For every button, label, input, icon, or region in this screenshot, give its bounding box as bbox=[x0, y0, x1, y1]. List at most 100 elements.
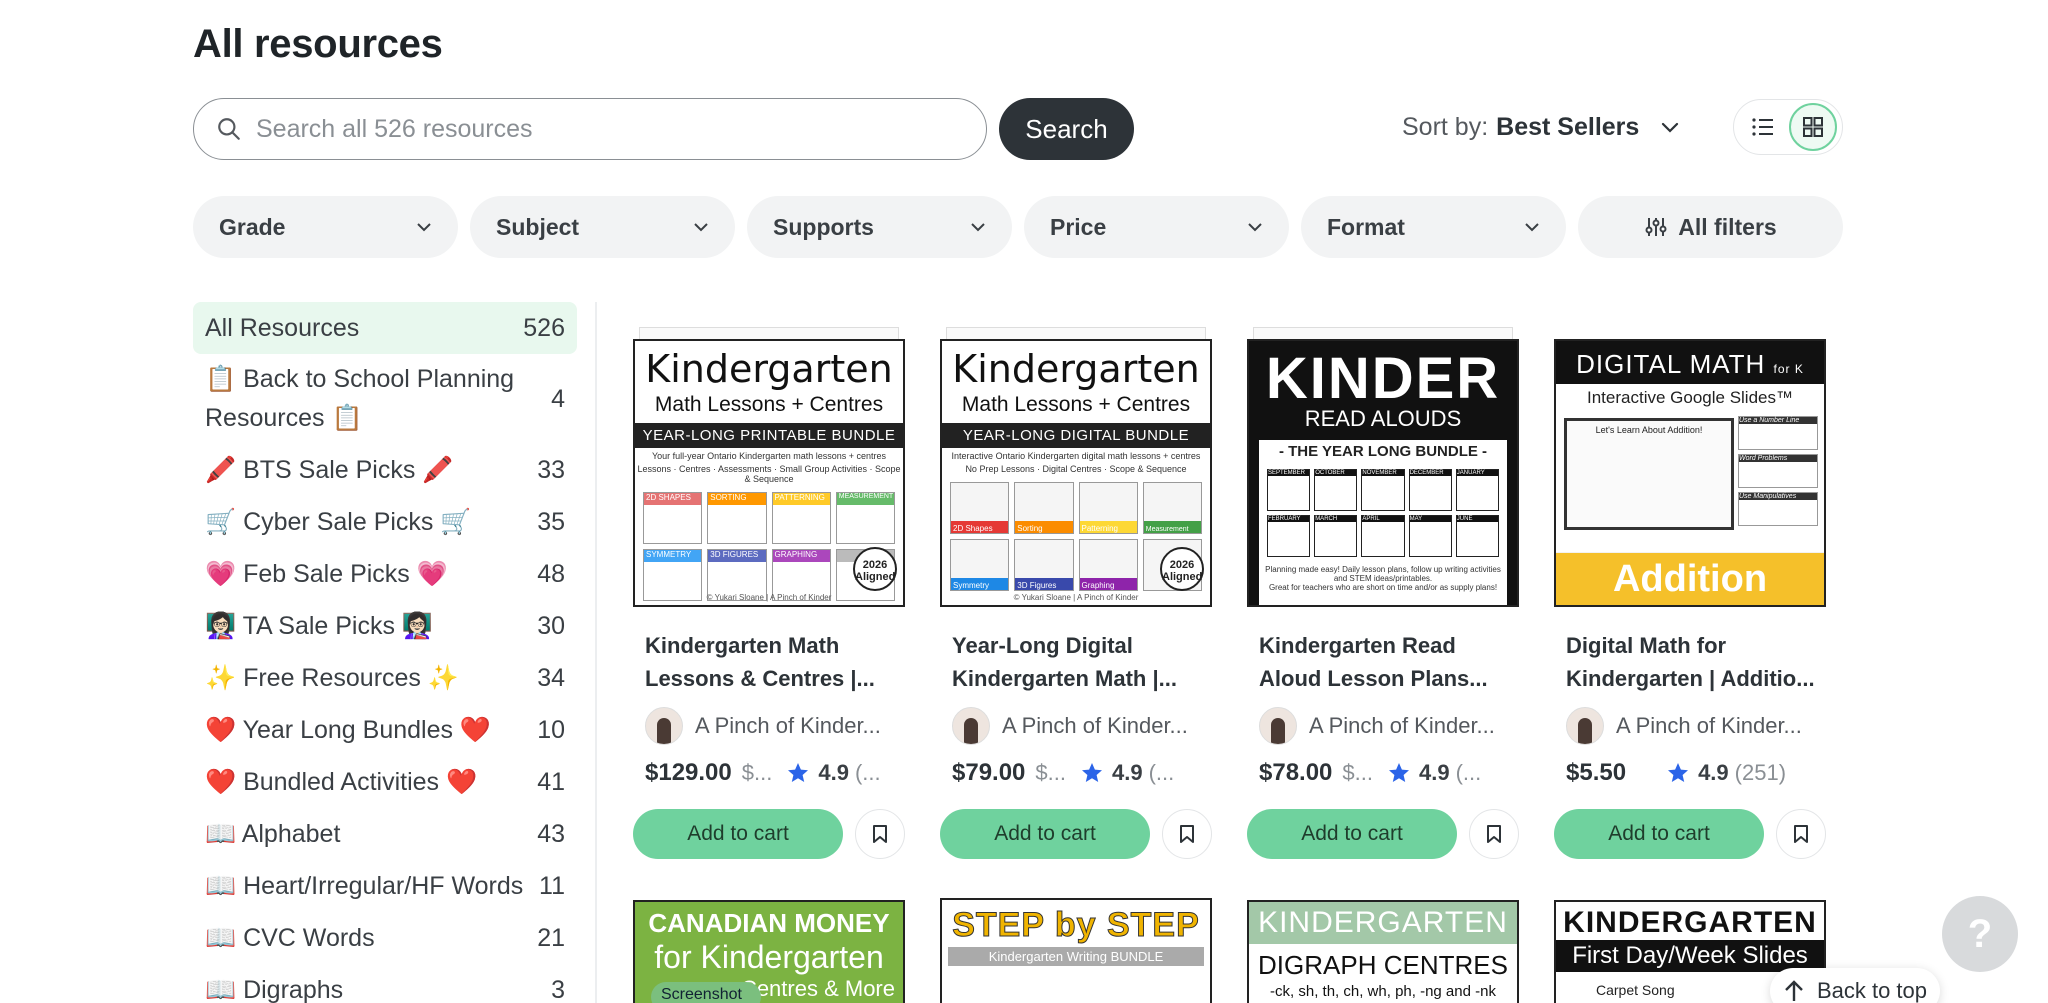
sidebar-item-year-long-bundles[interactable]: ❤️ Year Long Bundles ❤️ 10 bbox=[193, 704, 577, 756]
seller-info[interactable]: A Pinch of Kinder... bbox=[1247, 707, 1519, 745]
product-card[interactable]: KINDER READ ALOUDS - THE YEAR LONG BUNDL… bbox=[1247, 325, 1519, 859]
side-panel-label: Use Manipulatives bbox=[1739, 493, 1817, 500]
product-thumbnail[interactable]: Kindergarten Math Lessons + Centres YEAR… bbox=[633, 325, 905, 607]
cover-footer: © Yukari Sloane | A Pinch of Kinder bbox=[1013, 593, 1139, 602]
sidebar-item-bts-sale[interactable]: 🖍️ BTS Sale Picks 🖍️ 33 bbox=[193, 444, 577, 496]
sidebar-item-label: 📖 Alphabet bbox=[205, 819, 341, 848]
product-card[interactable]: Kindergarten Math Lessons + Centres YEAR… bbox=[940, 325, 1212, 859]
sidebar-item-label: 📖 Digraphs bbox=[205, 975, 344, 1003]
search-button[interactable]: Search bbox=[999, 98, 1134, 160]
cover-title: Kindergarten bbox=[645, 347, 893, 391]
cover-footer-line: Planning made easy! Daily lesson plans, … bbox=[1265, 565, 1501, 583]
sidebar-item-count: 43 bbox=[537, 819, 565, 848]
side-panel-label: Word Problems bbox=[1739, 455, 1817, 462]
month-cell: OCTOBER bbox=[1314, 469, 1358, 511]
sidebar-item-feb-sale[interactable]: 💗 Feb Sale Picks 💗 48 bbox=[193, 548, 577, 600]
sidebar-item-cvc-words[interactable]: 📖 CVC Words 21 bbox=[193, 912, 577, 964]
product-card[interactable]: DIGITAL MATH for K Interactive Google Sl… bbox=[1554, 325, 1826, 859]
cover-cell: Graphing bbox=[1078, 539, 1138, 591]
seller-info[interactable]: A Pinch of Kinder... bbox=[1554, 707, 1826, 745]
cover-cell: SORTING bbox=[707, 492, 767, 544]
save-button[interactable] bbox=[1469, 809, 1519, 859]
cover-line: Interactive Ontario Kindergarten digital… bbox=[951, 451, 1201, 461]
avatar bbox=[952, 707, 990, 745]
price: $78.00 bbox=[1259, 759, 1333, 786]
filter-price[interactable]: Price bbox=[1024, 196, 1289, 258]
sort-dropdown[interactable]: Sort by: Best Sellers bbox=[1402, 113, 1679, 142]
filter-label: Subject bbox=[496, 213, 580, 240]
product-title[interactable]: Kindergarten Read Aloud Lesson Plans... bbox=[1247, 629, 1519, 695]
seller-info[interactable]: A Pinch of Kinder... bbox=[633, 707, 905, 745]
cover-title: KINDERGARTEN bbox=[1249, 902, 1517, 944]
add-to-cart-button[interactable]: Add to cart bbox=[940, 809, 1150, 859]
cover-illustration: Let's Learn About Addition! Use a Number… bbox=[1556, 412, 1824, 552]
add-to-cart-button[interactable]: Add to cart bbox=[633, 809, 843, 859]
product-title[interactable]: Kindergarten Math Lessons & Centres |... bbox=[633, 629, 905, 695]
cover-extra: -ck, sh, th, ch, wh, ph, -ng and -nk bbox=[1270, 983, 1496, 1000]
sidebar-item-label: 💗 Feb Sale Picks 💗 bbox=[205, 559, 448, 588]
bookmark-icon bbox=[1487, 825, 1501, 843]
month-cell: JUNE bbox=[1455, 515, 1499, 557]
search-icon bbox=[218, 118, 240, 140]
cover-subtitle: First Day/Week Slides bbox=[1556, 940, 1824, 972]
sidebar-item-count: 526 bbox=[523, 313, 565, 342]
all-filters-button[interactable]: All filters bbox=[1578, 196, 1843, 258]
product-card[interactable]: Kindergarten Math Lessons + Centres YEAR… bbox=[633, 325, 905, 859]
product-thumbnail[interactable]: DIGITAL MATH for K Interactive Google Sl… bbox=[1554, 325, 1826, 607]
avatar bbox=[1259, 707, 1297, 745]
product-thumbnail[interactable]: KINDER READ ALOUDS - THE YEAR LONG BUNDL… bbox=[1247, 325, 1519, 607]
product-cover: Kindergarten Math Lessons + Centres YEAR… bbox=[940, 339, 1212, 607]
cover-band: YEAR-LONG DIGITAL BUNDLE bbox=[942, 423, 1210, 448]
card-actions: Add to cart bbox=[633, 809, 905, 859]
add-to-cart-button[interactable]: Add to cart bbox=[1554, 809, 1764, 859]
back-to-top-button[interactable]: Back to top bbox=[1770, 968, 1940, 1003]
sidebar-item-digraphs[interactable]: 📖 Digraphs 3 bbox=[193, 964, 577, 1003]
month-cell: SEPTEMBER bbox=[1267, 469, 1311, 511]
sidebar-item-back-to-school[interactable]: 📋 Back to School Planning Resources 📋 4 bbox=[193, 354, 577, 444]
sidebar-divider bbox=[595, 302, 597, 1003]
sidebar-item-bundled-activities[interactable]: ❤️ Bundled Activities ❤️ 41 bbox=[193, 756, 577, 808]
add-to-cart-button[interactable]: Add to cart bbox=[1247, 809, 1457, 859]
filter-subject[interactable]: Subject bbox=[470, 196, 735, 258]
sidebar-item-ta-sale[interactable]: 👩🏻‍🏫 TA Sale Picks 👩🏻‍🏫 30 bbox=[193, 600, 577, 652]
sidebar-item-alphabet[interactable]: 📖 Alphabet 43 bbox=[193, 808, 577, 860]
search-box[interactable] bbox=[193, 98, 987, 160]
cover-cell: Symmetry bbox=[950, 539, 1010, 591]
rating-value: 4.9 bbox=[1698, 760, 1729, 785]
save-button[interactable] bbox=[855, 809, 905, 859]
product-thumbnail[interactable]: Kindergarten Math Lessons + Centres YEAR… bbox=[940, 325, 1212, 607]
filter-supports[interactable]: Supports bbox=[747, 196, 1012, 258]
month-cell: MARCH bbox=[1314, 515, 1358, 557]
save-button[interactable] bbox=[1162, 809, 1212, 859]
cover-cell: Patterning bbox=[1078, 482, 1138, 534]
cover-cell: PATTERNING bbox=[771, 492, 831, 544]
cover-band: Addition bbox=[1556, 553, 1824, 605]
help-button[interactable]: ? bbox=[1942, 896, 2018, 972]
rating-value: 4.9 bbox=[1418, 760, 1450, 785]
sidebar-item-cyber-sale[interactable]: 🛒 Cyber Sale Picks 🛒 35 bbox=[193, 496, 577, 548]
sidebar-item-free-resources[interactable]: ✨ Free Resources ✨ 34 bbox=[193, 652, 577, 704]
sidebar-item-count: 30 bbox=[537, 611, 565, 640]
filter-grade[interactable]: Grade bbox=[193, 196, 458, 258]
sidebar-item-count: 41 bbox=[537, 767, 565, 796]
grid-view-button[interactable] bbox=[1789, 103, 1837, 151]
sidebar-item-all-resources[interactable]: All Resources 526 bbox=[193, 302, 577, 354]
avatar bbox=[1566, 707, 1604, 745]
avatar bbox=[645, 707, 683, 745]
page-title: All resources bbox=[193, 22, 443, 66]
grid-icon bbox=[1803, 117, 1823, 137]
seller-info[interactable]: A Pinch of Kinder... bbox=[940, 707, 1212, 745]
sidebar-item-label: 🛒 Cyber Sale Picks 🛒 bbox=[205, 507, 472, 536]
cover-line: No Prep Lessons · Digital Centres · Scop… bbox=[965, 464, 1187, 474]
cover-band: - THE YEAR LONG BUNDLE - bbox=[1259, 440, 1507, 463]
product-title[interactable]: Year-Long Digital Kindergarten Math |... bbox=[940, 629, 1212, 695]
price-row: $129.00 $... 4.9 (... bbox=[633, 759, 905, 787]
list-view-button[interactable] bbox=[1739, 103, 1787, 151]
product-title[interactable]: Digital Math for Kindergarten | Additio.… bbox=[1554, 629, 1826, 695]
filter-format[interactable]: Format bbox=[1301, 196, 1566, 258]
rating-count: (... bbox=[1148, 760, 1175, 785]
sidebar-item-heart-words[interactable]: 📖 Heart/Irregular/HF Words 11 bbox=[193, 860, 577, 912]
search-input[interactable] bbox=[256, 114, 956, 144]
cover-cell: 2D Shapes bbox=[950, 482, 1010, 534]
save-button[interactable] bbox=[1776, 809, 1826, 859]
